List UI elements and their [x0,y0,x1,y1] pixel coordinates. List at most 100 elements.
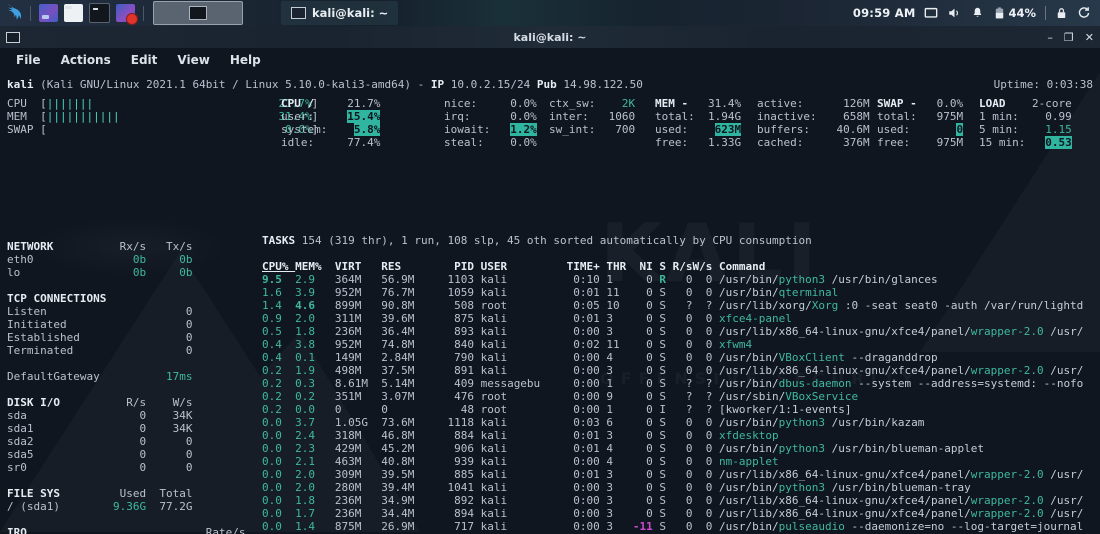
process-row[interactable]: 0.0 2.4 318M 46.8M 884 kali 0:01 3 0 S 0… [262,429,1083,442]
menu-actions[interactable]: Actions [51,50,121,70]
load-value-2: 0.53 [1045,136,1072,149]
network-rx-1: 0b [106,266,147,279]
tcp-gap-2 [106,331,146,344]
process-command-10: [kworker/1:1-events] [719,403,852,416]
cpu-extra-value-3: 0.0% [503,136,537,149]
process-cpu-17: 0.0 [262,494,296,507]
process-thr-14: 4 [599,455,627,468]
power-icon[interactable] [1077,6,1091,20]
process-state-5: S [652,338,667,351]
process-thr-12: 3 [599,429,627,442]
kali-dragon-icon[interactable] [3,2,25,24]
process-row[interactable]: 0.2 0.0 0 0 48 root 0:00 1 0 I ? ? [kwor… [262,403,1083,416]
battery-level: 44% [1008,6,1036,20]
process-mem-1: 3.9 [295,286,335,299]
maximize-button[interactable]: ❐ [1064,32,1074,43]
terminal-content[interactable]: KALI OFFENSIVE SECURITY kali (Kali GNU/L… [0,72,1100,534]
mem-value-1: 623M [714,123,742,136]
swap-row: total: 975M [877,110,963,123]
process-rs-8: ? [666,377,693,390]
panel-divider [30,5,31,21]
process-state-9: S [652,390,667,403]
workspace-1-button[interactable] [153,1,243,25]
cpu-panel-2: nice: 0.0% irq: 0.0% iowait: 1.2% steal: 0.… [444,97,537,149]
process-row[interactable]: 0.2 1.9 498M 37.5M 891 kali 0:00 3 0 S 0… [262,364,1083,377]
window-button-terminal[interactable]: kali@kali: ~ [281,1,399,25]
process-row[interactable]: 0.0 2.3 429M 45.2M 906 kali 0:01 4 0 S 0… [262,442,1083,455]
process-row[interactable]: 0.0 2.0 309M 39.5M 885 kali 0:01 3 0 S 0… [262,468,1083,481]
process-mem-7: 1.9 [295,364,335,377]
process-row[interactable]: 0.9 2.0 311M 39.6M 875 kali 0:01 3 0 S 0… [262,312,1083,325]
process-header-row: CPU% MEM% VIRT RES PID USER TIME+ THR NI… [262,260,1083,273]
apps-icon[interactable] [116,4,138,25]
process-mem-18: 1.7 [295,507,335,520]
process-row[interactable]: 0.4 3.8 952M 74.8M 840 kali 0:02 11 0 S … [262,338,1083,351]
folder-icon[interactable] [64,4,83,22]
cpu-value-1: 5.8% [353,123,381,136]
app-grid-icon[interactable] [39,4,58,22]
process-cpu-3: 0.9 [262,312,296,325]
process-row[interactable]: 0.0 1.4 875M 26.9M 717 kali 0:00 3 -11 S… [262,520,1083,533]
swap-key-2: free: [877,136,924,149]
process-row[interactable]: 0.2 0.3 8.61M 5.14M 409 messagebu 0:00 1… [262,377,1083,390]
process-row[interactable]: 1.6 3.9 952M 76.7M 1059 kali 0:01 11 0 S… [262,286,1083,299]
workspace-switcher[interactable] [153,1,243,25]
tray-divider [1045,6,1046,20]
cpu-value-2: 77.4% [340,136,381,149]
process-mem-10: 0.0 [295,403,335,416]
disk-name-0: sda [7,409,107,422]
menu-edit[interactable]: Edit [121,50,168,70]
volume-icon[interactable] [947,6,962,20]
minimize-button[interactable]: – [1047,32,1053,43]
terminal-icon[interactable] [89,3,110,23]
quicklook-row: SWAP [ 0.0%] [7,123,318,136]
process-row[interactable]: 0.0 3.7 1.05G 73.6M 1118 kali 0:03 6 0 S… [262,416,1083,429]
process-row[interactable]: 0.4 0.1 149M 2.84M 790 kali 0:00 4 0 S 0… [262,351,1083,364]
window-titlebar[interactable]: kali@kali: ~ – ❐ ✕ [0,26,1100,48]
cpu-ctx-key-0: ctx_sw: [549,97,602,110]
battery-indicator[interactable]: 44% [993,6,1036,20]
menu-help[interactable]: Help [220,50,271,70]
process-virt-9: 351M [334,390,382,403]
tcp-blank2 [146,292,192,305]
process-table[interactable]: CPU% MEM% VIRT RES PID USER TIME+ THR NI… [262,260,1083,534]
process-res-9: 3.07M [381,390,428,403]
swap-value-1: 0 [956,123,964,136]
process-state-18: S [652,507,667,520]
swap-row: free: 975M [877,136,963,149]
lock-icon[interactable] [1055,6,1068,20]
process-header-s: S [652,260,667,273]
process-thr-18: 3 [599,507,627,520]
mem-extra-value-3: 376M [829,136,870,149]
bell-icon[interactable] [971,6,984,20]
process-row[interactable]: 0.2 0.2 351M 3.07M 476 root 0:00 9 0 S ?… [262,390,1083,403]
menu-view[interactable]: View [167,50,219,70]
close-button[interactable]: ✕ [1085,32,1094,43]
process-thr-2: 10 [599,299,627,312]
process-row[interactable]: 9.5 2.9 364M 56.9M 1103 kali 0:10 1 0 R … [262,273,1083,286]
process-ni-8: 0 [626,377,653,390]
process-virt-3: 311M [334,312,382,325]
ip-value: 10.0.2.15/24 [450,78,531,91]
process-thr-17: 3 [599,494,627,507]
process-ws-7: 0 [692,364,713,377]
process-row[interactable]: 0.0 2.1 463M 40.8M 939 kali 0:00 4 0 S 0… [262,455,1083,468]
menu-file[interactable]: File [6,50,51,70]
process-ws-15: 0 [692,468,713,481]
process-row[interactable]: 0.5 1.8 236M 36.4M 893 kali 0:00 3 0 S 0… [262,325,1083,338]
process-row[interactable]: 1.4 4.6 899M 90.8M 508 root 0:05 10 0 S … [262,299,1083,312]
process-state-16: S [652,481,667,494]
process-rs-18: 0 [666,507,693,520]
process-res-18: 34.4M [381,507,428,520]
process-ws-3: 0 [692,312,713,325]
process-thr-6: 4 [599,351,627,364]
process-rs-14: 0 [666,455,693,468]
clock[interactable]: 09:59 AM [853,6,916,20]
process-row[interactable]: 0.0 2.0 280M 39.4M 1041 kali 0:00 3 0 S … [262,481,1083,494]
window-controls: – ❐ ✕ [1047,32,1094,43]
display-icon[interactable] [924,6,938,20]
process-row[interactable]: 0.0 1.8 236M 34.9M 892 kali 0:00 3 0 S 0… [262,494,1083,507]
process-ni-12: 0 [626,429,653,442]
process-section: TASKS 154 (319 thr), 1 run, 108 slp, 45 … [262,234,1083,534]
process-row[interactable]: 0.0 1.7 236M 34.4M 894 kali 0:00 3 0 S 0… [262,507,1083,520]
